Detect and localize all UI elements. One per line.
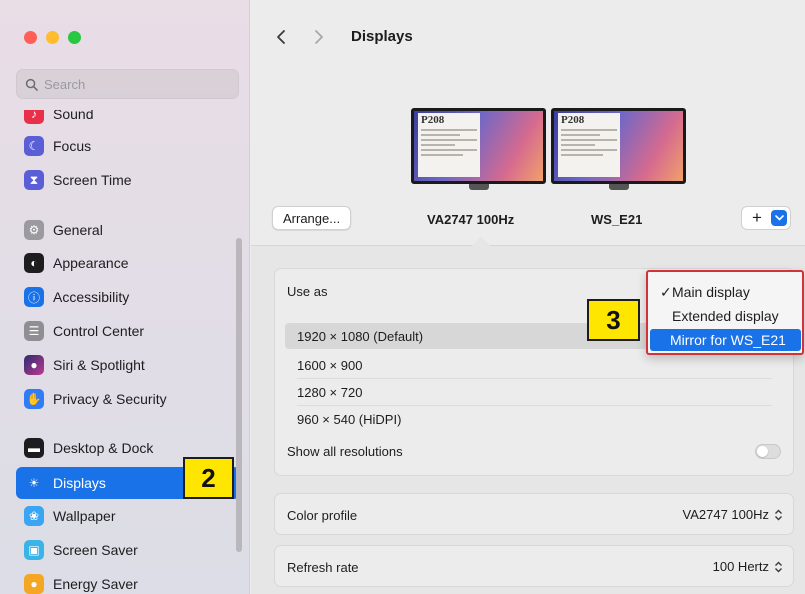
menu-item-extended-display[interactable]: Extended display bbox=[650, 305, 801, 327]
sidebar-item-label: Screen Time bbox=[53, 172, 132, 188]
menu-item-label: Extended display bbox=[672, 308, 779, 324]
flower-icon: ❀ bbox=[24, 506, 44, 526]
window-controls bbox=[24, 31, 81, 44]
sidebar-item-label: Appearance bbox=[53, 255, 129, 271]
screen-doc-title: P208 bbox=[561, 114, 585, 126]
speaker-icon: ♪ bbox=[24, 110, 44, 124]
forward-chevron-icon[interactable] bbox=[313, 29, 325, 45]
monitor-screen: P208 bbox=[551, 108, 686, 184]
monitor-stand bbox=[468, 184, 489, 190]
sidebar-item-focus[interactable]: ☾ Focus bbox=[16, 130, 240, 162]
sidebar-item-appearance[interactable]: ◐ Appearance bbox=[16, 247, 240, 279]
display-label-va2747[interactable]: VA2747 100Hz bbox=[427, 212, 514, 227]
sidebar: ♪ Sound ☾ Focus ⧗ Screen Time ⚙ General … bbox=[0, 0, 250, 594]
siri-icon: ● bbox=[24, 355, 44, 375]
gear-icon: ⚙ bbox=[24, 220, 44, 240]
sidebar-item-accessibility[interactable]: ⓘ Accessibility bbox=[16, 281, 240, 313]
bulb-icon: ● bbox=[24, 574, 44, 594]
screen-thumbnail: P208 bbox=[558, 113, 620, 177]
sidebar-item-privacy-security[interactable]: ✋ Privacy & Security bbox=[16, 383, 240, 415]
resolution-option[interactable]: 960 × 540 (HiDPI) bbox=[285, 406, 773, 432]
callout-badge-3: 3 bbox=[587, 299, 640, 341]
sidebar-scrollbar[interactable] bbox=[236, 238, 242, 552]
minimize-button[interactable] bbox=[46, 31, 59, 44]
moon-icon: ☾ bbox=[24, 136, 44, 156]
sidebar-item-label: Accessibility bbox=[53, 289, 130, 305]
color-profile-value: VA2747 100Hz bbox=[682, 507, 770, 522]
resolution-option[interactable]: 1280 × 720 bbox=[285, 379, 773, 405]
toggles-icon: ☰ bbox=[24, 321, 44, 341]
display-label-ws-e21[interactable]: WS_E21 bbox=[591, 212, 642, 227]
resolution-option[interactable]: 1600 × 900 bbox=[285, 352, 773, 378]
sidebar-item-control-center[interactable]: ☰ Control Center bbox=[16, 315, 240, 347]
sun-icon: ☀ bbox=[24, 473, 44, 493]
updown-chevron-icon bbox=[775, 561, 782, 572]
sidebar-item-label: Energy Saver bbox=[53, 576, 138, 592]
accessibility-icon: ⓘ bbox=[24, 287, 44, 307]
refresh-rate-label: Refresh rate bbox=[287, 560, 359, 575]
menu-item-main-display[interactable]: ✓ Main display bbox=[650, 281, 801, 303]
search-field[interactable] bbox=[16, 69, 239, 99]
sidebar-item-label: Screen Saver bbox=[53, 542, 138, 558]
page-title: Displays bbox=[351, 28, 413, 45]
arrange-button[interactable]: Arrange... bbox=[272, 206, 352, 230]
selection-caret bbox=[472, 236, 490, 246]
main-pane: Displays P208 P208 Arrange... VA2747 100… bbox=[251, 0, 805, 594]
close-button[interactable] bbox=[24, 31, 37, 44]
search-input[interactable] bbox=[44, 76, 224, 92]
show-all-resolutions-label: Show all resolutions bbox=[287, 444, 403, 459]
sidebar-item-label: Displays bbox=[53, 475, 106, 491]
sidebar-item-label: Wallpaper bbox=[53, 508, 116, 524]
search-icon bbox=[25, 78, 38, 91]
checkmark-icon: ✓ bbox=[660, 283, 672, 300]
sidebar-item-general[interactable]: ⚙ General bbox=[16, 214, 240, 246]
updown-chevron-icon bbox=[775, 509, 782, 520]
use-as-label: Use as bbox=[287, 284, 328, 299]
use-as-popup-menu: ✓ Main display Extended display Mirror f… bbox=[646, 270, 804, 355]
sidebar-item-label: General bbox=[53, 222, 103, 238]
sidebar-item-sound[interactable]: ♪ Sound bbox=[16, 110, 240, 130]
sidebar-item-energy-saver[interactable]: ● Energy Saver bbox=[16, 568, 240, 594]
toolbar: Displays bbox=[275, 28, 413, 45]
sidebar-item-wallpaper[interactable]: ❀ Wallpaper bbox=[16, 500, 240, 532]
color-profile-row: Color profile VA2747 100Hz bbox=[274, 493, 794, 535]
back-chevron-icon[interactable] bbox=[275, 29, 287, 45]
monitor-screen: P208 bbox=[411, 108, 546, 184]
appearance-icon: ◐ bbox=[24, 253, 44, 273]
sidebar-item-siri-spotlight[interactable]: ● Siri & Spotlight bbox=[16, 349, 240, 381]
screen-doc-title: P208 bbox=[421, 114, 445, 126]
sidebar-item-screen-saver[interactable]: ▣ Screen Saver bbox=[16, 534, 240, 566]
menu-item-mirror-ws-e21[interactable]: Mirror for WS_E21 bbox=[650, 329, 801, 351]
dock-icon: ▬ bbox=[24, 438, 44, 458]
hourglass-icon: ⧗ bbox=[24, 170, 44, 190]
color-profile-label: Color profile bbox=[287, 508, 358, 523]
plus-icon: + bbox=[752, 208, 762, 227]
monitor-va2747[interactable]: P208 bbox=[411, 108, 546, 190]
sidebar-item-label: Siri & Spotlight bbox=[53, 357, 145, 373]
color-profile-select[interactable]: VA2747 100Hz bbox=[683, 507, 784, 522]
zoom-button[interactable] bbox=[68, 31, 81, 44]
menu-item-label: Main display bbox=[672, 284, 750, 300]
monitor-ws-e21[interactable]: P208 bbox=[551, 108, 686, 190]
sidebar-item-label: Desktop & Dock bbox=[53, 440, 154, 456]
sidebar-item-label: Sound bbox=[53, 110, 94, 122]
sidebar-item-label: Control Center bbox=[53, 323, 145, 339]
screensaver-icon: ▣ bbox=[24, 540, 44, 560]
callout-badge-2: 2 bbox=[183, 457, 234, 499]
refresh-rate-row: Refresh rate 100 Hertz bbox=[274, 545, 794, 587]
show-all-resolutions-toggle[interactable] bbox=[755, 444, 781, 459]
chevron-down-icon[interactable] bbox=[771, 210, 787, 226]
screen-thumbnail: P208 bbox=[418, 113, 480, 177]
sidebar-item-label: Focus bbox=[53, 138, 92, 154]
monitor-stand bbox=[608, 184, 629, 190]
sidebar-item-screen-time[interactable]: ⧗ Screen Time bbox=[16, 164, 240, 196]
refresh-rate-value: 100 Hertz bbox=[712, 559, 769, 574]
menu-item-label: Mirror for WS_E21 bbox=[670, 332, 786, 348]
refresh-rate-select[interactable]: 100 Hertz bbox=[713, 559, 783, 574]
sidebar-list: ♪ Sound ☾ Focus ⧗ Screen Time ⚙ General … bbox=[0, 110, 250, 594]
sidebar-item-label: Privacy & Security bbox=[53, 391, 167, 407]
hand-icon: ✋ bbox=[24, 389, 44, 409]
add-display-button[interactable]: + bbox=[741, 206, 791, 230]
